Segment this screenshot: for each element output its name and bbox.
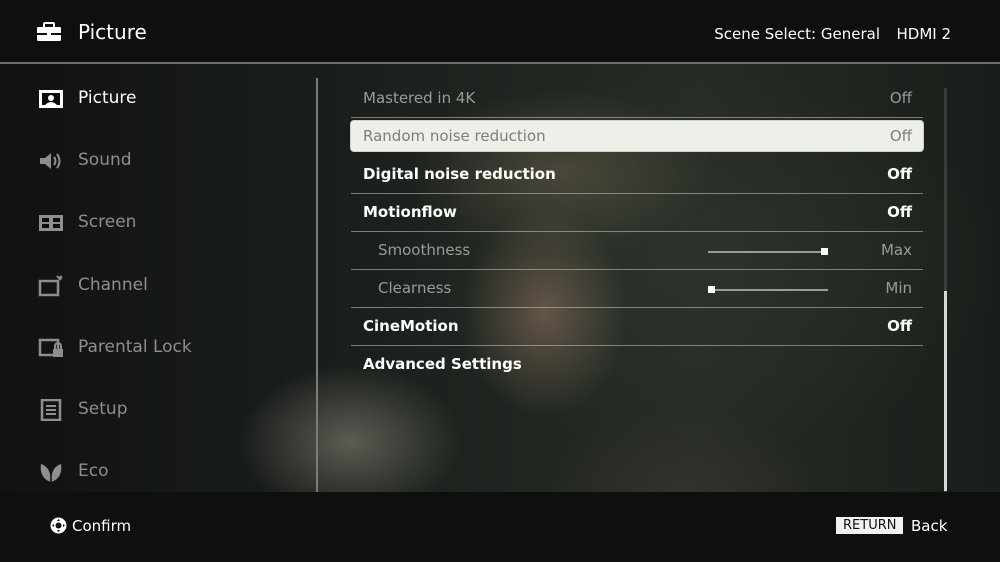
sidebar-item-sound[interactable]: Sound	[36, 147, 296, 177]
setting-label: Digital noise reduction	[363, 165, 556, 183]
smoothness-slider[interactable]	[708, 248, 828, 255]
setting-motionflow[interactable]: Motionflow Off	[351, 194, 923, 232]
sidebar-item-channel[interactable]: Channel	[36, 272, 296, 302]
setting-value: Off	[887, 165, 912, 183]
setting-clearness[interactable]: Clearness Min	[351, 270, 923, 308]
slider-knob[interactable]	[821, 248, 828, 255]
setting-value: Min	[885, 279, 912, 297]
sidebar-item-parental-lock[interactable]: Parental Lock	[36, 334, 296, 364]
confirm-button-icon	[50, 517, 67, 534]
sidebar-item-label: Picture	[78, 88, 137, 108]
scene-select-status: Scene Select: General	[714, 25, 880, 43]
sidebar-item-label: Eco	[78, 461, 109, 481]
setting-digital-noise-reduction[interactable]: Digital noise reduction Off	[351, 156, 923, 194]
setting-value: Off	[889, 127, 912, 145]
setting-label: Smoothness	[378, 241, 471, 259]
channel-icon	[38, 275, 63, 297]
sidebar-item-label: Parental Lock	[78, 337, 192, 357]
sidebar-item-label: Screen	[78, 212, 137, 232]
sidebar-item-setup[interactable]: Setup	[36, 396, 296, 426]
toolbox-icon	[37, 22, 61, 41]
setting-label: Random noise reduction	[363, 127, 546, 145]
setting-mastered-in-4k[interactable]: Mastered in 4K Off	[351, 80, 923, 118]
confirm-hint[interactable]: Confirm	[72, 517, 131, 535]
input-source: HDMI 2	[896, 25, 951, 43]
category-sidebar: Picture Sound Screen Channel Parental Lo…	[0, 62, 316, 492]
setting-label: Motionflow	[363, 203, 457, 221]
sidebar-item-picture[interactable]: Picture	[36, 85, 296, 115]
setting-value: Off	[889, 89, 912, 107]
setting-value: Off	[887, 317, 912, 335]
speaker-icon	[40, 153, 61, 169]
page-title: Picture	[78, 20, 147, 44]
setting-label: Clearness	[378, 279, 452, 297]
setting-value: Max	[880, 241, 912, 259]
sidebar-item-label: Setup	[78, 399, 128, 419]
scrollbar[interactable]	[944, 88, 947, 492]
back-hint[interactable]: Back	[911, 517, 947, 535]
header-bar: Picture Scene Select: General HDMI 2	[0, 0, 1000, 64]
screen-icon	[39, 215, 63, 231]
sidebar-item-label: Channel	[78, 275, 148, 295]
footer-bar: Confirm RETURN Back	[0, 492, 1000, 562]
return-key-badge[interactable]: RETURN	[836, 517, 904, 534]
setting-cinemotion[interactable]: CineMotion Off	[351, 308, 923, 346]
setting-value: Off	[887, 203, 912, 221]
slider-knob[interactable]	[708, 286, 715, 293]
setup-icon	[40, 399, 62, 421]
setting-advanced-settings[interactable]: Advanced Settings	[351, 346, 923, 383]
sidebar-item-eco[interactable]: Eco	[36, 458, 296, 488]
panel-divider	[316, 78, 318, 494]
lock-icon	[38, 338, 63, 357]
picture-icon	[39, 90, 63, 108]
eco-leaf-icon	[40, 464, 62, 482]
sidebar-item-label: Sound	[78, 150, 132, 170]
setting-smoothness[interactable]: Smoothness Max	[351, 232, 923, 270]
scrollbar-thumb[interactable]	[944, 291, 947, 491]
sidebar-item-screen[interactable]: Screen	[36, 209, 296, 239]
clearness-slider[interactable]	[708, 286, 828, 293]
setting-label: Advanced Settings	[363, 355, 522, 373]
setting-random-noise-reduction[interactable]: Random noise reduction Off	[351, 121, 923, 151]
setting-label: Mastered in 4K	[363, 89, 476, 107]
setting-label: CineMotion	[363, 317, 459, 335]
